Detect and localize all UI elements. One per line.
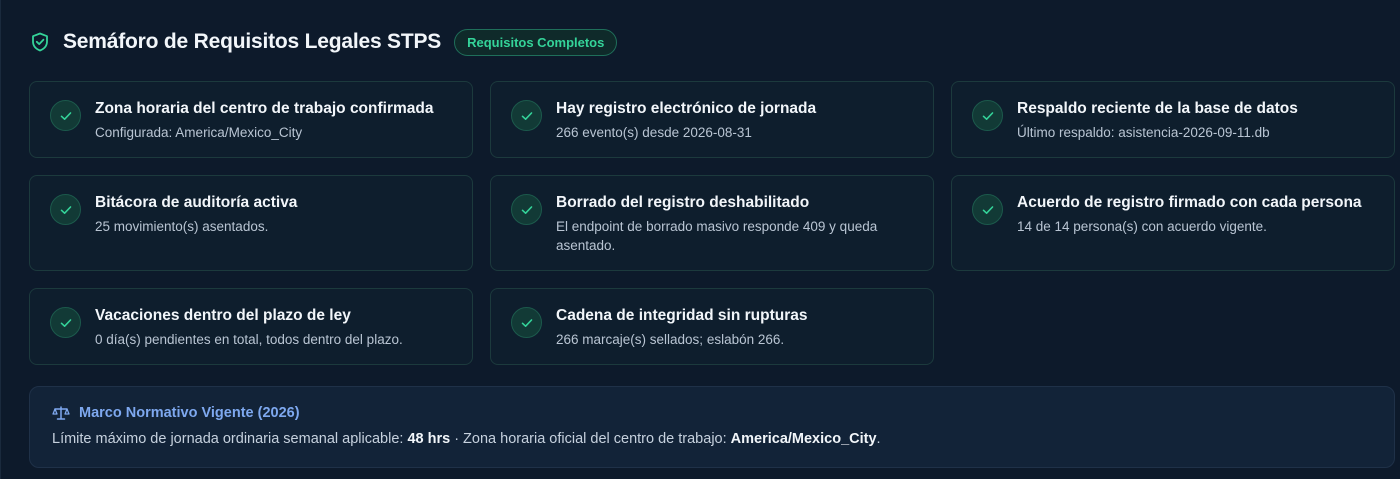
requirement-card: Acuerdo de registro firmado con cada per… [951, 175, 1395, 271]
check-icon [50, 307, 81, 338]
marco-header: Marco Normativo Vigente (2026) [52, 405, 300, 421]
check-icon [511, 100, 542, 131]
shield-check-icon [31, 32, 49, 52]
requirement-title: Hay registro electrónico de jornada [556, 100, 817, 117]
requirement-title: Cadena de integridad sin rupturas [556, 307, 808, 324]
panel-header: Semáforo de Requisitos Legales STPS Requ… [31, 27, 618, 57]
requirement-card: Hay registro electrónico de jornada 266 … [490, 81, 934, 158]
requirement-desc: 25 movimiento(s) asentados. [95, 219, 269, 234]
requirement-title: Acuerdo de registro firmado con cada per… [1017, 194, 1362, 211]
check-icon [972, 194, 1003, 225]
timezone-value: America/Mexico_City [730, 431, 877, 447]
requirement-card: Respaldo reciente de la base de datos Úl… [951, 81, 1395, 158]
requirement-title: Respaldo reciente de la base de datos [1017, 100, 1298, 117]
marco-normativo-box: Marco Normativo Vigente (2026) Límite má… [29, 386, 1395, 468]
requirement-card: Bitácora de auditoría activa 25 movimien… [29, 175, 473, 271]
page-title: Semáforo de Requisitos Legales STPS [63, 30, 442, 53]
requirement-title: Vacaciones dentro del plazo de ley [95, 307, 351, 324]
requirement-card: Cadena de integridad sin rupturas 266 ma… [490, 288, 934, 365]
check-icon [511, 307, 542, 338]
marco-details: Límite máximo de jornada ordinaria seman… [52, 431, 881, 447]
requirement-desc: 266 marcaje(s) sellados; eslabón 266. [556, 332, 785, 347]
requirement-card: Vacaciones dentro del plazo de ley 0 día… [29, 288, 473, 365]
requirement-title: Zona horaria del centro de trabajo confi… [95, 100, 434, 117]
scale-icon [52, 405, 70, 421]
max-hours-value: 48 hrs [407, 431, 451, 447]
requirement-card: Zona horaria del centro de trabajo confi… [29, 81, 473, 158]
marco-suffix: . [876, 431, 881, 447]
check-icon [50, 194, 81, 225]
marco-middle: · Zona horaria oficial del centro de tra… [450, 431, 731, 447]
requirement-desc: Último respaldo: asistencia-2026-09-11.d… [1017, 125, 1270, 140]
requirement-desc: Configurada: America/Mexico_City [95, 125, 303, 140]
marco-title: Marco Normativo Vigente (2026) [79, 405, 300, 421]
check-icon [511, 194, 542, 225]
requirement-title: Borrado del registro deshabilitado [556, 194, 810, 211]
check-icon [972, 100, 1003, 131]
requirement-card: Borrado del registro deshabilitado El en… [490, 175, 934, 271]
requirement-desc: 14 de 14 persona(s) con acuerdo vigente. [1017, 219, 1267, 234]
marco-prefix: Límite máximo de jornada ordinaria seman… [52, 431, 408, 447]
check-icon [50, 100, 81, 131]
requirement-desc: El endpoint de borrado masivo responde 4… [556, 219, 878, 253]
requirements-panel: Semáforo de Requisitos Legales STPS Requ… [0, 0, 1400, 479]
requirement-desc: 0 día(s) pendientes en total, todos dent… [95, 332, 403, 347]
requirement-desc: 266 evento(s) desde 2026-08-31 [556, 125, 752, 140]
status-badge: Requisitos Completos [454, 28, 618, 56]
requirement-title: Bitácora de auditoría activa [95, 194, 298, 211]
